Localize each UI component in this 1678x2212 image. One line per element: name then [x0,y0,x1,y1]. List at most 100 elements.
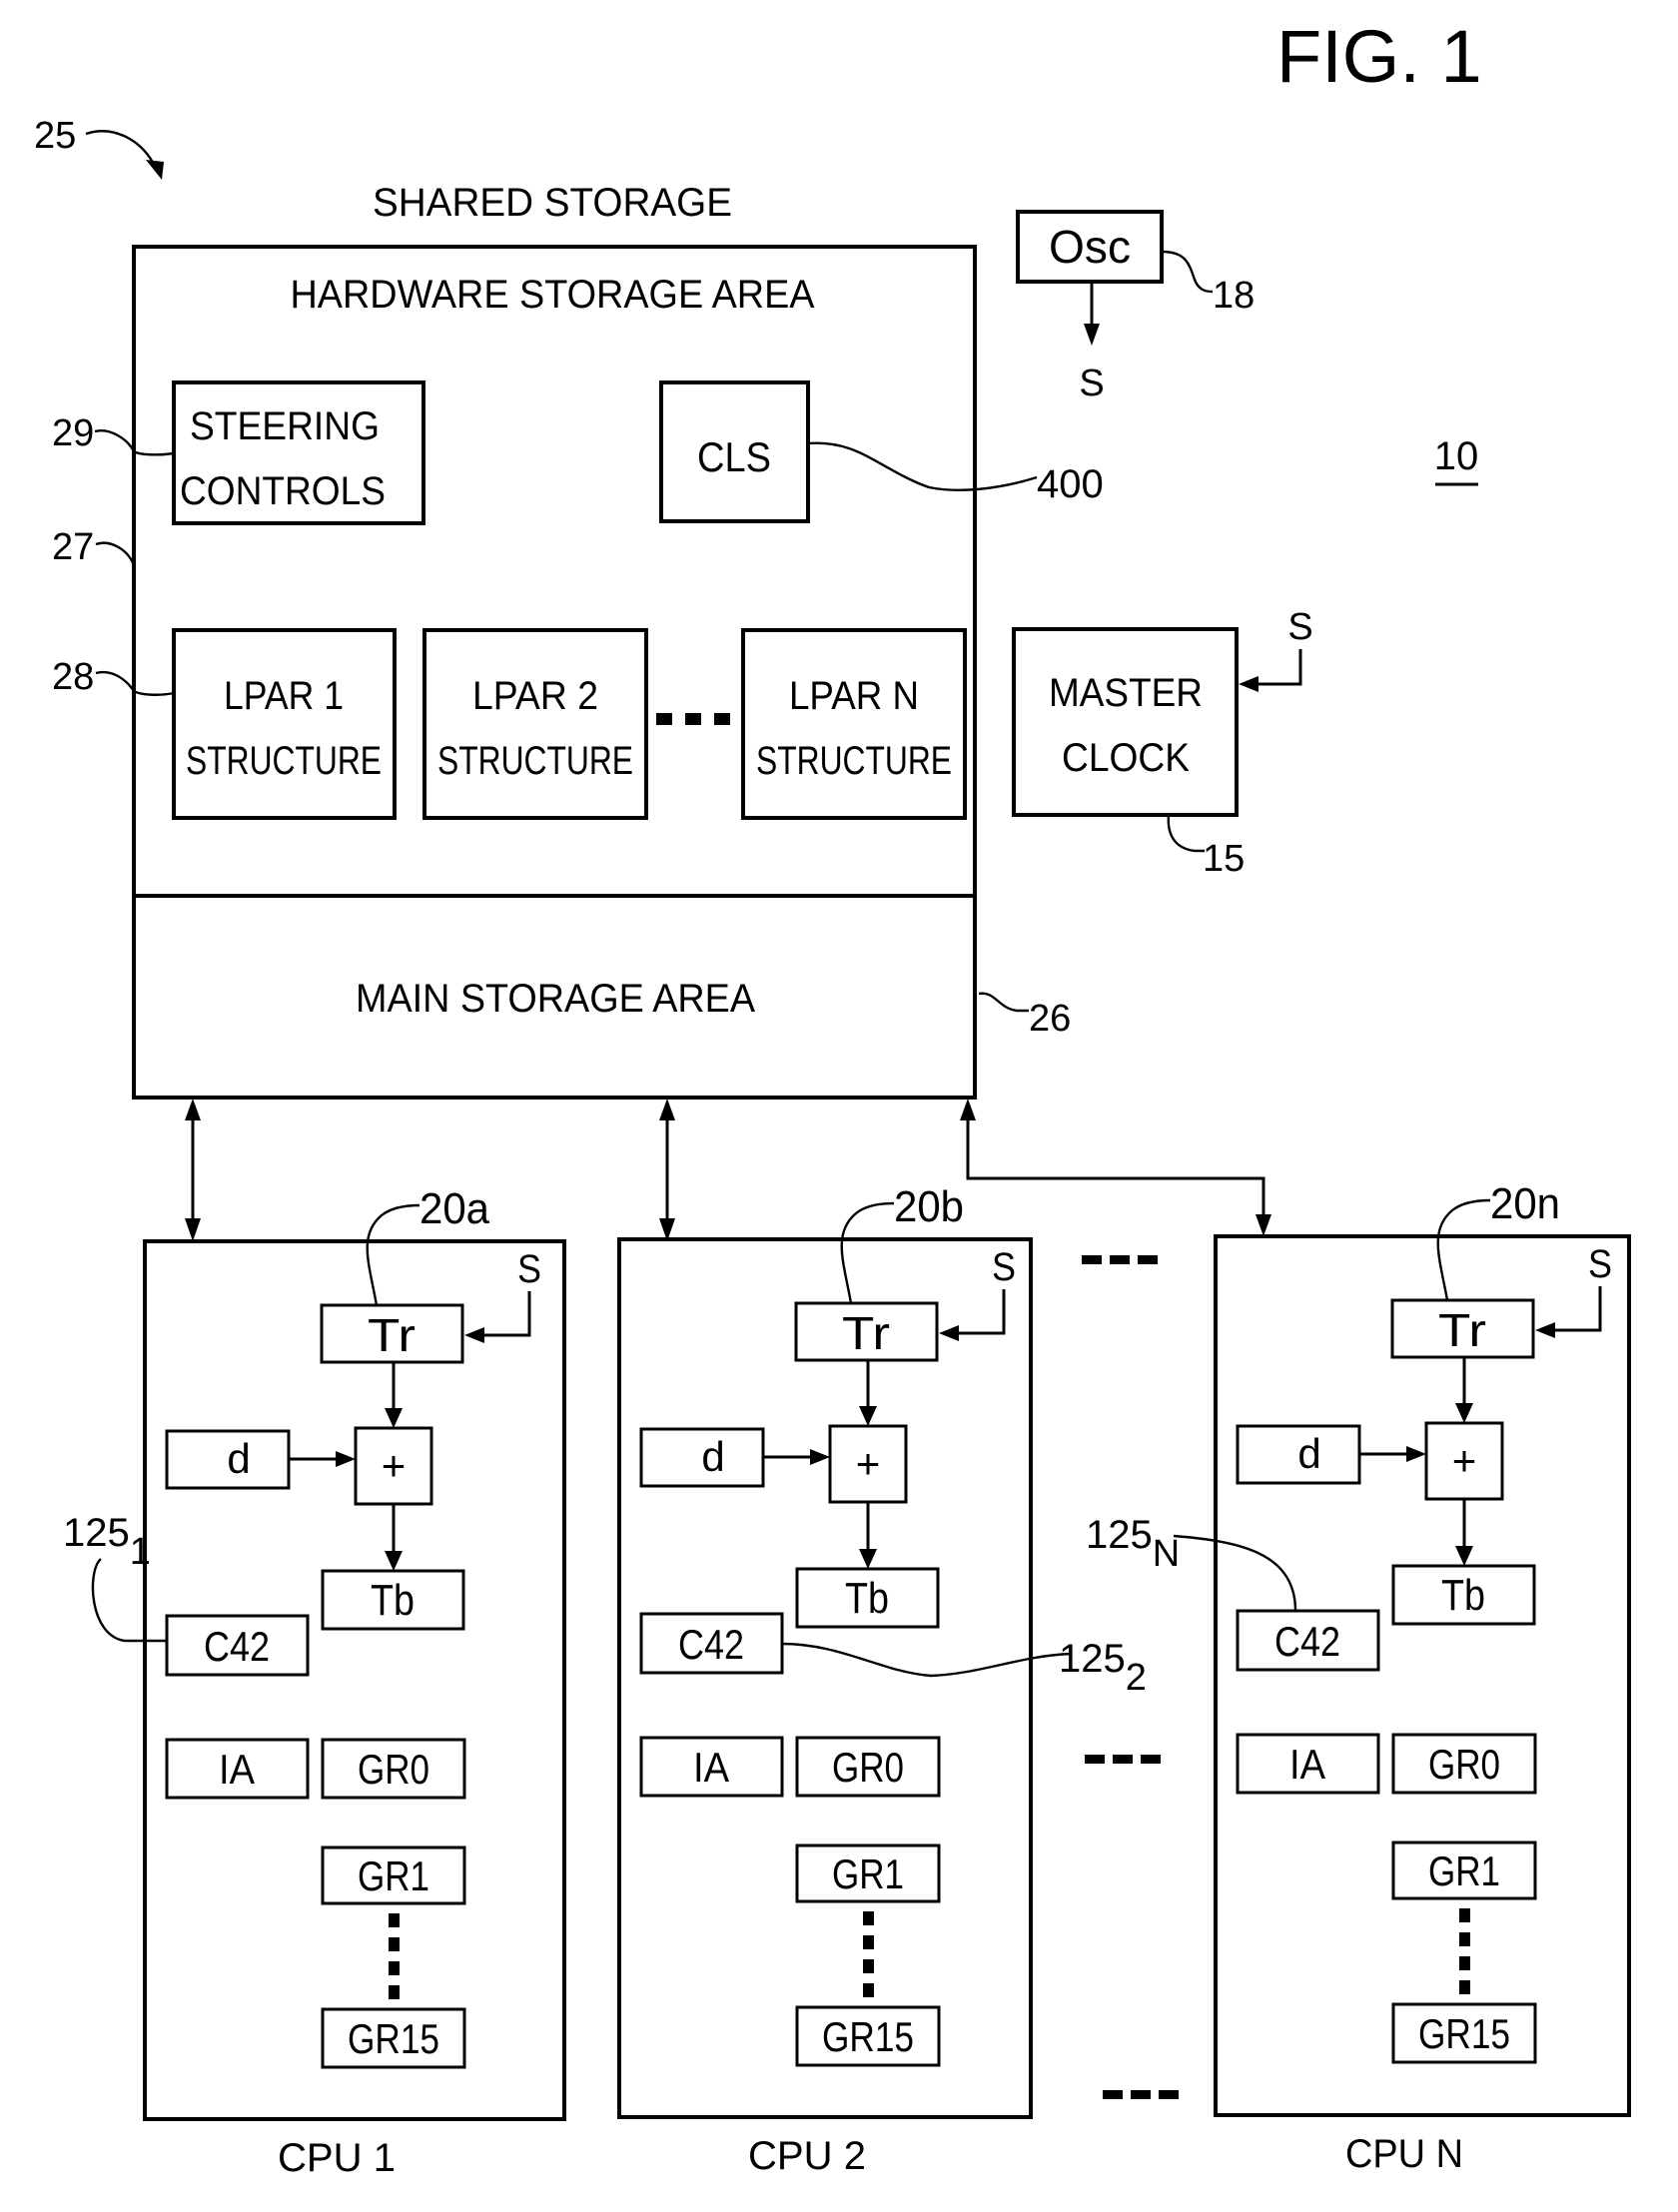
cpu-ellipsis-middle [1085,1755,1161,1764]
gr15-label: GR15 [1418,2010,1510,2057]
shared-storage-heading: SHARED STORAGE [373,181,732,225]
c42-label: C42 [204,1623,270,1670]
lpar-n-block: LPAR N STRUCTURE [741,628,967,820]
master-clock-box [1012,627,1239,817]
ref-26-leader [978,992,1029,1013]
steering-controls-block: STEERING CONTROLS [172,380,425,525]
gr15-label: GR15 [822,2013,914,2060]
c42-ref-subscript: 1 [130,1531,151,1573]
fig1-diagram: FIG. 1 25 SHARED STORAGE HARDWARE STORAG… [34,15,1631,2180]
steering-controls-line2: CONTROLS [180,469,386,513]
c42-ref: 1252 [1059,1637,1147,1699]
gr0-label: GR0 [832,1744,904,1791]
tb-label: Tb [371,1576,415,1625]
tb-label: Tb [845,1574,889,1623]
gr1-label: GR1 [1428,1847,1500,1894]
ellipsis-dot [1113,1755,1133,1764]
ref-29: 29 [52,412,94,454]
tr-label: Tr [368,1309,416,1361]
figure-title: FIG. 1 [1276,15,1482,98]
cpu-label: CPU 2 [748,2134,866,2178]
ellipsis-dot [1159,2090,1179,2099]
ia-label: IA [219,1746,255,1793]
ellipsis-dot [1085,1755,1105,1764]
ellipsis-dot [1082,1255,1102,1264]
tr-label: Tr [842,1307,890,1359]
register-ellipsis-dot [389,1913,400,1927]
oscillator-signal: S [1079,363,1104,404]
register-ellipsis-dot [1459,1980,1470,1994]
ref-25-arrowhead [146,160,164,180]
lpar-2-line2: STRUCTURE [437,739,633,783]
cpu-box [1214,1234,1631,2117]
lpar-1-block: LPAR 1 STRUCTURE [172,628,397,820]
c42-ref-subscript: N [1153,1533,1180,1575]
gr15-label: GR15 [348,2015,439,2062]
cpu-ellipsis-top [1082,1255,1158,1264]
gr1-label: GR1 [358,1852,429,1899]
cpu-ref: 20a [420,1184,489,1233]
ref-18: 18 [1213,275,1255,317]
master-clock-signal: S [1287,606,1312,648]
register-ellipsis-dot [1459,1956,1470,1970]
cpu-label: CPU N [1345,2132,1463,2176]
c42-ref: 125N [1086,1513,1180,1575]
tr-signal-label: S [517,1247,541,1291]
gr0-label: GR0 [358,1746,429,1793]
cpu-n-block: Tr 20n S + d Tb C42 125N IA GR0 GR1 GR15 CPU N [1086,1179,1631,2176]
bus-cpu1-arrow-up [185,1099,201,1120]
cls-block: CLS [659,380,810,523]
ref-18-leader [1161,250,1214,294]
main-storage-area-label: MAIN STORAGE AREA [356,977,755,1021]
register-ellipsis-dot [389,1961,400,1975]
master-clock-signal-arrowhead [1239,676,1258,692]
ref-27: 27 [52,526,94,568]
lpar-ellipsis-dot [685,713,701,725]
bus-cpun-arrow-up [960,1099,976,1120]
ellipsis-dot [1131,2090,1151,2099]
lpar-2-line1: LPAR 2 [472,674,598,718]
register-ellipsis-dot [863,1959,874,1973]
c42-ref-number: 125 [63,1511,130,1555]
lpar-1-line2: STRUCTURE [186,739,382,783]
register-ellipsis-dot [389,1985,400,1999]
ia-label: IA [1289,1741,1325,1788]
cpu-ref: 20n [1490,1179,1560,1228]
register-ellipsis-dot [863,1911,874,1925]
lpar-2-block: LPAR 2 STRUCTURE [422,628,648,820]
cpu-ref: 20b [894,1182,964,1231]
oscillator-label: Osc [1049,221,1131,273]
bus-cpun-arrow-down [1256,1214,1271,1236]
bus-cpu1-arrow-down [185,1218,201,1241]
ref-15-leader [1167,814,1205,853]
hardware-storage-area-label: HARDWARE STORAGE AREA [291,273,815,317]
d-label: d [1297,1430,1320,1477]
cls-label: CLS [697,433,771,480]
ellipsis-dot [1138,1255,1158,1264]
ref-25-leader [85,130,158,169]
cpu-1-block: Tr 20a S + d Tb C42 1251 IA GR0 GR1 GR15 CPU 1 [63,1184,566,2180]
system-ref: 10 [1434,434,1479,478]
tr-label: Tr [1438,1304,1486,1356]
c42-ref: 1251 [63,1511,151,1573]
bus-cpu1 [185,1099,201,1241]
ref-27-leader [95,541,136,566]
d-label: d [701,1433,724,1480]
d-label: d [227,1435,250,1482]
adder-symbol: + [856,1440,881,1487]
c42-ref-number: 125 [1059,1637,1126,1681]
lpar-n-line2: STRUCTURE [756,739,952,783]
bus-cpun-line [966,1116,1265,1216]
lpar-1-line1: LPAR 1 [224,674,344,718]
lpar-n-line1: LPAR N [789,674,919,718]
gr0-label: GR0 [1428,1741,1500,1788]
oscillator-out-arrowhead [1084,324,1100,346]
lpar-ellipsis [656,713,730,725]
bus-cpun [960,1099,1271,1236]
tr-signal-label: S [1588,1242,1612,1286]
register-ellipsis-dot [1459,1908,1470,1922]
ref-28: 28 [52,656,94,698]
register-ellipsis-dot [389,1937,400,1951]
bus-cpu2-arrow-up [659,1099,675,1120]
lpar-ellipsis-dot [714,713,730,725]
